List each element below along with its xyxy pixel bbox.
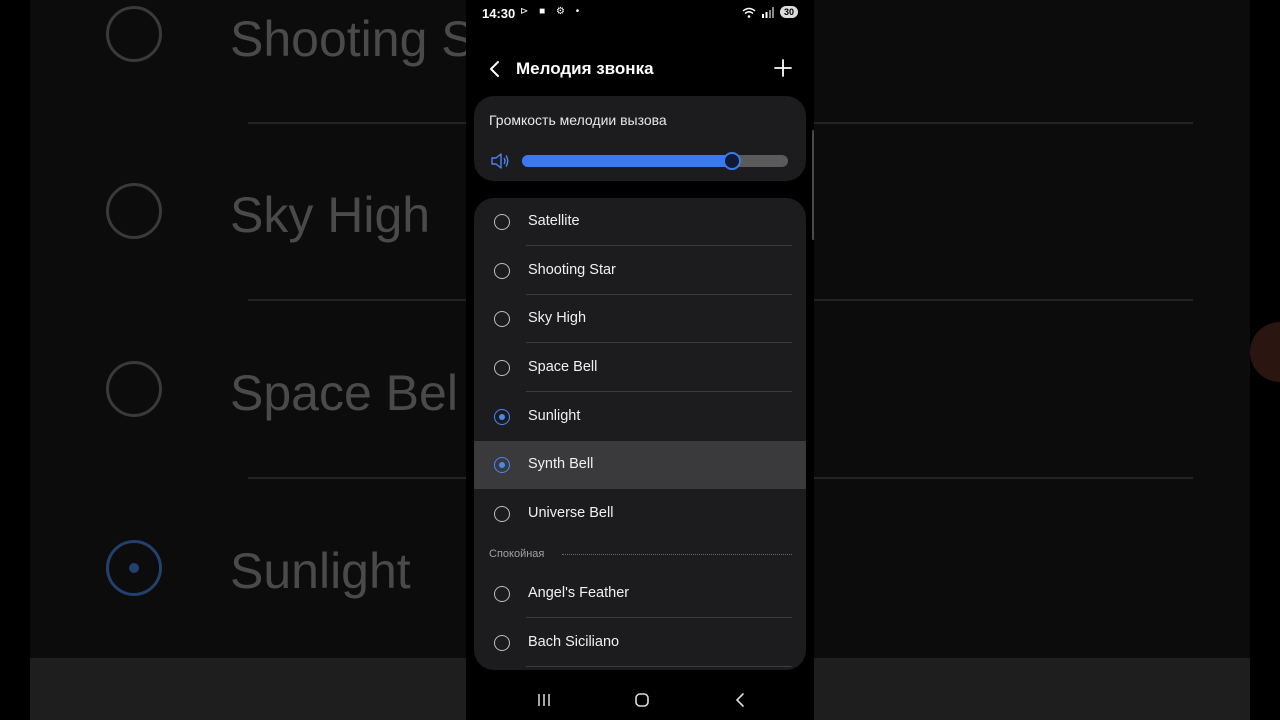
ringtone-list: Satellite Shooting Star Sky High Space B… [474,198,806,670]
radio-button[interactable] [494,311,510,327]
divider [526,245,792,246]
background-blob [1250,322,1280,382]
radio-button[interactable] [494,360,510,376]
ringtone-item-angels-feather[interactable]: Angel's Feather [474,570,806,618]
nav-back-icon[interactable] [732,692,748,708]
speaker-icon [491,153,509,169]
ringtone-label: Space Bell [528,359,598,375]
volume-slider-fill [522,155,733,167]
ringtone-item-sky-high[interactable]: Sky High [474,295,806,343]
ringtone-label: Synth Bell [528,456,594,472]
ringtone-item-universe-bell[interactable]: Universe Bell [474,490,806,538]
radio-button[interactable] [494,506,510,522]
divider [526,666,792,667]
radio-button-selected[interactable] [494,409,510,425]
divider [526,391,792,392]
divider [526,342,792,343]
status-bar: 14:30 ⊳ ■ ⚙ • 30 [466,0,814,28]
ringtone-item-satellite[interactable]: Satellite [474,198,806,246]
ringtone-label: Bach Siciliano [528,634,620,650]
back-arrow-icon[interactable] [484,58,506,80]
ringtone-label: Shooting Star [528,262,616,278]
divider [526,617,792,618]
section-title: Спокойная [489,548,545,560]
radio-button[interactable] [494,586,510,602]
volume-slider[interactable] [522,152,788,170]
section-header: Спокойная [474,546,806,566]
radio-button-selected[interactable] [494,457,510,473]
notification-icons: ⊳ ■ ⚙ • [520,6,584,17]
background-label: Shooting S [230,11,475,67]
ringtone-item-sunlight[interactable]: Sunlight [474,393,806,441]
scrollbar[interactable] [812,130,814,240]
ringtone-item-bach-siciliano[interactable]: Bach Siciliano [474,619,806,667]
ringtone-item-shooting-star[interactable]: Shooting Star [474,247,806,295]
volume-card: Громкость мелодии вызова [474,96,806,181]
volume-label: Громкость мелодии вызова [489,112,667,128]
radio-button[interactable] [494,214,510,230]
background-label: Sunlight [230,543,411,599]
section-divider [562,554,792,555]
app-header: Мелодия звонка [466,50,814,88]
ringtone-label: Sky High [528,310,587,326]
recent-apps-icon[interactable] [536,692,552,708]
background-label: Space Bel [230,365,458,421]
ringtone-item-synth-bell[interactable]: Synth Bell [474,441,806,489]
background-radio [106,183,162,239]
home-icon[interactable] [634,692,650,708]
background-radio [106,6,162,62]
background-radio-selected [106,540,162,596]
page-title: Мелодия звонка [516,59,654,78]
ringtone-label: Sunlight [528,408,581,424]
ringtone-label: Angel's Feather [528,585,630,601]
volume-slider-thumb[interactable] [723,152,742,170]
radio-button[interactable] [494,635,510,651]
ringtone-label: Satellite [528,213,580,229]
radio-button[interactable] [494,263,510,279]
add-plus-icon[interactable] [772,57,794,79]
ringtone-label: Universe Bell [528,505,614,521]
battery-badge: 30 [779,6,798,18]
signal-icon [761,6,774,18]
ringtone-item-space-bell[interactable]: Space Bell [474,344,806,392]
system-nav-bar [466,680,814,720]
phone-screen: 14:30 ⊳ ■ ⚙ • 30 Мелодия звонка Громкост… [466,0,814,720]
status-right: 30 [742,6,798,18]
background-radio [106,361,162,417]
status-time: 14:30 [482,6,516,21]
wifi-icon [742,7,756,18]
background-label: Sky High [230,187,431,243]
